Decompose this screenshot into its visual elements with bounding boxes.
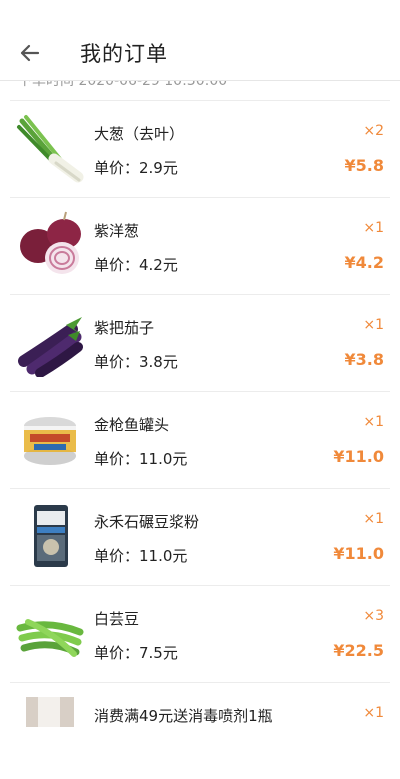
back-arrow-icon[interactable]	[18, 40, 44, 66]
item-unit-price: 单价：11.0元	[94, 547, 188, 565]
red-onion-photo	[20, 211, 81, 274]
item-quantity: ×1	[363, 705, 384, 721]
item-total-price: ¥11.0	[333, 447, 384, 466]
item-unit-price: 单价：3.8元	[94, 353, 178, 371]
item-unit-price: 单价：11.0元	[94, 450, 188, 468]
order-item-list: 大葱（去叶） ×2 单价：2.9元 ¥5.8 紫洋葱 ×1 单价：4.2元 ¥4…	[0, 100, 400, 779]
item-total-price: ¥4.2	[344, 253, 384, 272]
order-item[interactable]: 紫洋葱 ×1 单价：4.2元 ¥4.2	[10, 197, 390, 294]
item-unit-price: 单价：4.2元	[94, 256, 178, 274]
scallion-photo	[17, 115, 84, 183]
disinfectant-photo	[26, 697, 74, 727]
item-name: 金枪鱼罐头	[94, 416, 170, 434]
item-total-price: ¥3.8	[344, 350, 384, 369]
item-unit-price: 单价：7.5元	[94, 644, 178, 662]
item-quantity: ×1	[363, 317, 384, 333]
soy-milk-powder-photo	[34, 505, 68, 567]
order-item[interactable]: 大葱（去叶） ×2 单价：2.9元 ¥5.8	[10, 100, 390, 197]
app-header: 我的订单	[0, 0, 400, 81]
item-name: 大葱（去叶）	[94, 125, 185, 143]
item-quantity: ×1	[363, 511, 384, 527]
eggplant-photo	[18, 317, 83, 377]
item-name: 永禾石碾豆浆粉	[94, 513, 200, 531]
item-unit-price: 单价：2.9元	[94, 159, 178, 177]
order-item[interactable]: 白芸豆 ×3 单价：7.5元 ¥22.5	[10, 585, 390, 682]
item-name: 紫洋葱	[94, 222, 140, 240]
item-quantity: ×1	[363, 414, 384, 430]
item-name: 紫把茄子	[94, 319, 155, 337]
item-total-price: ¥11.0	[333, 544, 384, 563]
item-quantity: ×2	[363, 123, 384, 139]
order-item[interactable]: 紫把茄子 ×1 单价：3.8元 ¥3.8	[10, 294, 390, 391]
item-quantity: ×1	[363, 220, 384, 236]
green-beans-photo	[16, 619, 84, 657]
item-total-price: ¥22.5	[333, 641, 384, 660]
order-item[interactable]: 永禾石碾豆浆粉 ×1 单价：11.0元 ¥11.0	[10, 488, 390, 585]
item-name: 白芸豆	[94, 610, 140, 628]
page-title: 我的订单	[80, 42, 168, 66]
item-name: 消费满49元送消毒喷剂1瓶	[94, 707, 273, 725]
tuna-can-photo	[24, 417, 76, 465]
order-item[interactable]: 金枪鱼罐头 ×1 单价：11.0元 ¥11.0	[10, 391, 390, 488]
order-item[interactable]: 消费满49元送消毒喷剂1瓶 ×1	[10, 682, 390, 779]
item-total-price: ¥5.8	[344, 156, 384, 175]
item-quantity: ×3	[363, 608, 384, 624]
